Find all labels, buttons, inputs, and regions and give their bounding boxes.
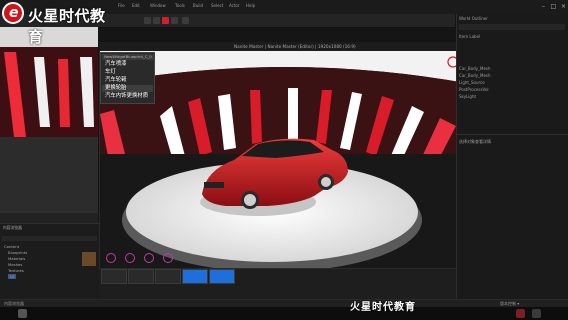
outliner-row[interactable]: Car_Body_Mesh: [459, 66, 491, 71]
asset-thumb[interactable]: [128, 269, 154, 284]
outliner-panel: World Outliner Item Label Car_Body_Mesh …: [456, 14, 568, 299]
content-browser-title: 内容浏览器: [3, 225, 22, 230]
brand-name: 火星时代教育: [28, 7, 106, 46]
os-taskbar: [0, 307, 568, 320]
menu-item-change-tire[interactable]: 更换轮胎: [102, 85, 153, 92]
menu-build[interactable]: Build: [193, 3, 203, 8]
seat-icon[interactable]: [163, 253, 173, 263]
asset-thumb-selected[interactable]: [209, 269, 235, 284]
content-browser: 内容浏览器 Content Blueprints Materials Meshe…: [0, 223, 99, 300]
unreal-app-icon[interactable]: [18, 309, 27, 318]
details-title: 选择对象查看详情: [459, 139, 491, 144]
outliner-header: Item Label: [459, 34, 481, 39]
search-input[interactable]: [2, 236, 97, 241]
tray-icon[interactable]: [532, 309, 541, 318]
menu-file[interactable]: File: [118, 3, 125, 8]
menu-help[interactable]: Help: [246, 3, 255, 8]
menu-item-car-light[interactable]: 车灯: [102, 69, 153, 76]
tree-item[interactable]: Content: [4, 244, 19, 249]
menu-select[interactable]: Select: [211, 3, 223, 8]
viewport-title-bar: Nanite Master | Nanite Master (Editor) |…: [99, 42, 470, 51]
outliner-title: World Outliner: [459, 16, 488, 21]
outliner-row[interactable]: SkyLight: [459, 94, 476, 99]
menu-actor[interactable]: Actor: [229, 3, 240, 8]
close-icon[interactable]: ×: [560, 3, 567, 10]
viewport-title: Nanite Master | Nanite Master (Editor) |…: [234, 44, 356, 49]
menu-item-interior-material[interactable]: 汽车内饰更换材质: [102, 93, 153, 100]
tree-item-selected[interactable]: UI: [8, 274, 16, 279]
tree-item[interactable]: Textures: [8, 268, 24, 273]
tray-icon[interactable]: [516, 309, 525, 318]
menu-tools[interactable]: Tools: [175, 3, 185, 8]
tree-item[interactable]: Materials: [8, 256, 25, 261]
menu-header: NewWidgetBlueprint_C_0: [102, 54, 155, 60]
step-button[interactable]: [153, 17, 160, 24]
car-options-menu: NewWidgetBlueprint_C_0 汽车喷漆 车灯 汽车轮毂 更换轮胎…: [100, 52, 155, 104]
asset-thumb-selected[interactable]: [182, 269, 208, 284]
asset-thumbnail[interactable]: [82, 252, 96, 266]
brand-logo: e 火星时代教育: [2, 2, 114, 46]
wheel-icon[interactable]: [144, 253, 154, 263]
showroom-scene: [100, 44, 469, 268]
level-viewport[interactable]: [0, 27, 98, 223]
platforms-button[interactable]: [182, 17, 189, 24]
level-viewport-scene: [0, 27, 98, 223]
outliner-row[interactable]: Car_Body_Mesh: [459, 73, 491, 78]
watermark: 火星时代教育: [350, 302, 416, 313]
outliner-row[interactable]: PostProcessVol: [459, 87, 489, 92]
tree-item[interactable]: Blueprints: [8, 250, 27, 255]
tree-item[interactable]: Meshes: [8, 262, 22, 267]
stop-button[interactable]: [162, 17, 169, 24]
brand-badge-icon: e: [2, 2, 24, 24]
eject-button[interactable]: [171, 17, 178, 24]
car-light-icon[interactable]: [125, 253, 135, 263]
paint-icon[interactable]: [106, 253, 116, 263]
menu-item-car-paint[interactable]: 汽车喷漆: [102, 61, 153, 68]
menu-edit[interactable]: Edit: [132, 3, 140, 8]
asset-strip: [99, 269, 456, 299]
minimize-icon[interactable]: –: [540, 3, 547, 10]
outliner-row[interactable]: Light_Source: [459, 80, 485, 85]
maximize-icon[interactable]: □: [550, 3, 557, 10]
asset-thumb[interactable]: [101, 269, 127, 284]
pause-button[interactable]: [144, 17, 151, 24]
outliner-search[interactable]: [459, 24, 565, 30]
asset-thumb[interactable]: [155, 269, 181, 284]
menu-window[interactable]: Window: [150, 3, 166, 8]
menu-item-wheel-hub[interactable]: 汽车轮毂: [102, 77, 153, 84]
panel-divider: [457, 134, 568, 135]
